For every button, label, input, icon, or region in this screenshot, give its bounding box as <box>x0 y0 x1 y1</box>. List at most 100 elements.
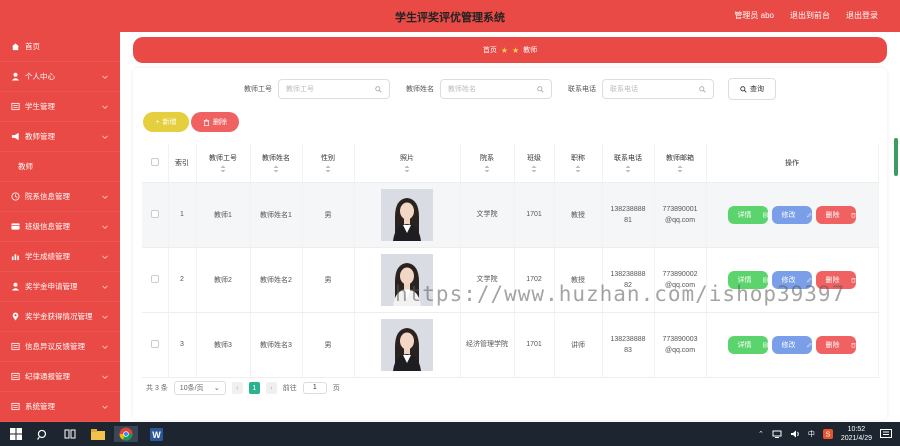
word-icon[interactable]: W <box>148 426 164 442</box>
header-gender[interactable]: 性别 <box>302 144 355 183</box>
batch-delete-button[interactable]: 删除 <box>191 112 239 132</box>
edit-button[interactable]: 修改 <box>772 205 812 224</box>
sidebar-item[interactable]: 教师 <box>0 152 120 182</box>
chevron-up-icon[interactable]: ⌃ <box>758 430 764 438</box>
sort-icon[interactable] <box>404 165 410 173</box>
checkbox[interactable] <box>150 339 159 348</box>
sort-icon[interactable] <box>575 165 581 173</box>
sort-icon[interactable] <box>220 165 226 173</box>
table-row[interactable]: 3 教师3 教师姓名3 男 经济管理学院 1701 讲师 138238888 83… <box>142 312 879 378</box>
cell-title: 讲师 <box>554 312 603 378</box>
network-icon[interactable] <box>772 430 782 438</box>
logout-link[interactable]: 退出登录 <box>846 10 878 21</box>
sidebar-item[interactable]: 信息异议反馈管理 <box>0 332 120 362</box>
exit-to-front-link[interactable]: 退出到前台 <box>790 10 830 21</box>
sort-icon[interactable] <box>625 165 631 173</box>
header-teacher-name[interactable]: 教师姓名 <box>250 144 303 183</box>
windows-start-icon[interactable] <box>8 426 24 442</box>
add-button[interactable]: + 新增 <box>143 112 189 132</box>
search-icon <box>740 85 747 93</box>
next-page-button[interactable]: › <box>265 382 277 394</box>
teacher-photo[interactable] <box>381 188 433 241</box>
sidebar-item[interactable]: 班级信息管理 <box>0 212 120 242</box>
card-icon <box>10 222 20 232</box>
cell-phone: 138238888 81 <box>602 182 655 248</box>
cell-teacher-id: 教师1 <box>196 182 251 248</box>
admin-user-link[interactable]: 管理员 abo <box>734 10 774 21</box>
content-panel: 教师工号 教师工号 教师姓名 教师姓名 联系电话 联系电话 查询 + 新增 删除… <box>133 68 887 420</box>
sort-icon[interactable] <box>325 165 331 173</box>
sort-icon[interactable] <box>677 165 683 173</box>
sidebar-item[interactable]: 系统管理 <box>0 392 120 422</box>
detail-button[interactable]: 详情 <box>728 335 768 354</box>
checkbox[interactable] <box>150 157 159 166</box>
main-content: 首页 ★ ★ 教师 教师工号 教师工号 教师姓名 教师姓名 联系电话 联系电话 <box>120 32 900 422</box>
sidebar-item[interactable]: 奖学金获得情况管理 <box>0 302 120 332</box>
header-dept[interactable]: 院系 <box>460 144 515 183</box>
header-label: 性别 <box>321 154 335 162</box>
page-jump-input[interactable]: 1 <box>302 382 327 394</box>
sidebar-item[interactable]: 院系信息管理 <box>0 182 120 212</box>
sidebar-item[interactable]: 教师管理 <box>0 122 120 152</box>
header-email[interactable]: 教师邮箱 <box>654 144 707 183</box>
search-icon[interactable] <box>34 426 50 442</box>
header-select-all[interactable] <box>142 144 169 183</box>
teacher-table: 索引 教师工号 教师姓名 性别 照片 院系 班级 职称 联系电话 教师邮箱 操作… <box>142 144 879 378</box>
breadcrumb-home[interactable]: 首页 <box>483 45 497 55</box>
search-input-phone-placeholder: 联系电话 <box>610 86 638 93</box>
teacher-photo[interactable] <box>381 318 433 371</box>
delete-button[interactable]: 删除 <box>816 335 856 354</box>
ime-indicator[interactable]: 中 <box>808 429 815 439</box>
app-tray-icon[interactable]: S <box>822 429 833 439</box>
page-size-select[interactable]: 10条/页 ⌄ <box>173 381 226 395</box>
volume-icon[interactable] <box>790 430 800 438</box>
clock-icon <box>10 192 20 202</box>
system-clock[interactable]: 10:52 2021/4/29 <box>841 425 872 443</box>
sidebar-item[interactable]: 纪律通报管理 <box>0 362 120 392</box>
header-teacher-id[interactable]: 教师工号 <box>196 144 251 183</box>
cell-index: 3 <box>168 312 197 378</box>
edit-label: 修改 <box>781 211 796 219</box>
delete-button[interactable]: 删除 <box>816 205 856 224</box>
header-phone[interactable]: 联系电话 <box>602 144 655 183</box>
sort-icon[interactable] <box>273 165 279 173</box>
sidebar-item[interactable]: 奖学金申请管理 <box>0 272 120 302</box>
chrome-icon[interactable] <box>114 426 138 442</box>
cell-dept: 经济管理学院 <box>460 312 515 378</box>
sidebar-item[interactable]: 学生管理 <box>0 92 120 122</box>
file-explorer-icon[interactable] <box>90 426 106 442</box>
sidebar-item[interactable]: 个人中心 <box>0 62 120 92</box>
table-row[interactable]: 1 教师1 教师姓名1 男 文学院 1701 教授 138238888 81 77… <box>142 182 879 248</box>
search-input-phone[interactable]: 联系电话 <box>602 79 714 99</box>
row-select-cell[interactable] <box>142 247 169 313</box>
search-input-name[interactable]: 教师姓名 <box>440 79 552 99</box>
sidebar-item[interactable]: 首页 <box>0 32 120 62</box>
header-photo[interactable]: 照片 <box>354 144 461 183</box>
header-class[interactable]: 班级 <box>514 144 555 183</box>
header-label: 教师姓名 <box>262 154 290 162</box>
query-button[interactable]: 查询 <box>728 78 776 100</box>
detail-button[interactable]: 详情 <box>728 205 768 224</box>
page-number-current[interactable]: 1 <box>248 382 260 394</box>
header-title[interactable]: 职称 <box>554 144 603 183</box>
list-icon <box>10 102 20 112</box>
svg-text:W: W <box>152 429 161 439</box>
task-view-icon[interactable] <box>62 426 78 442</box>
row-select-cell[interactable] <box>142 312 169 378</box>
sidebar-item[interactable]: 学生成绩管理 <box>0 242 120 272</box>
scrollbar-thumb[interactable] <box>894 138 898 176</box>
checkbox[interactable] <box>150 274 159 283</box>
chevron-down-icon <box>102 193 108 199</box>
edit-button[interactable]: 修改 <box>772 335 812 354</box>
sort-icon[interactable] <box>531 165 537 173</box>
chevron-down-icon <box>102 253 108 259</box>
clock-time: 10:52 <box>847 426 866 433</box>
row-select-cell[interactable] <box>142 182 169 248</box>
notification-icon[interactable] <box>880 428 892 440</box>
sort-icon[interactable] <box>484 165 490 173</box>
search-input-id[interactable]: 教师工号 <box>278 79 390 99</box>
checkbox[interactable] <box>150 209 159 218</box>
search-icon <box>375 85 382 93</box>
prev-page-button[interactable]: ‹ <box>231 382 243 394</box>
header-label: 班级 <box>527 154 541 162</box>
